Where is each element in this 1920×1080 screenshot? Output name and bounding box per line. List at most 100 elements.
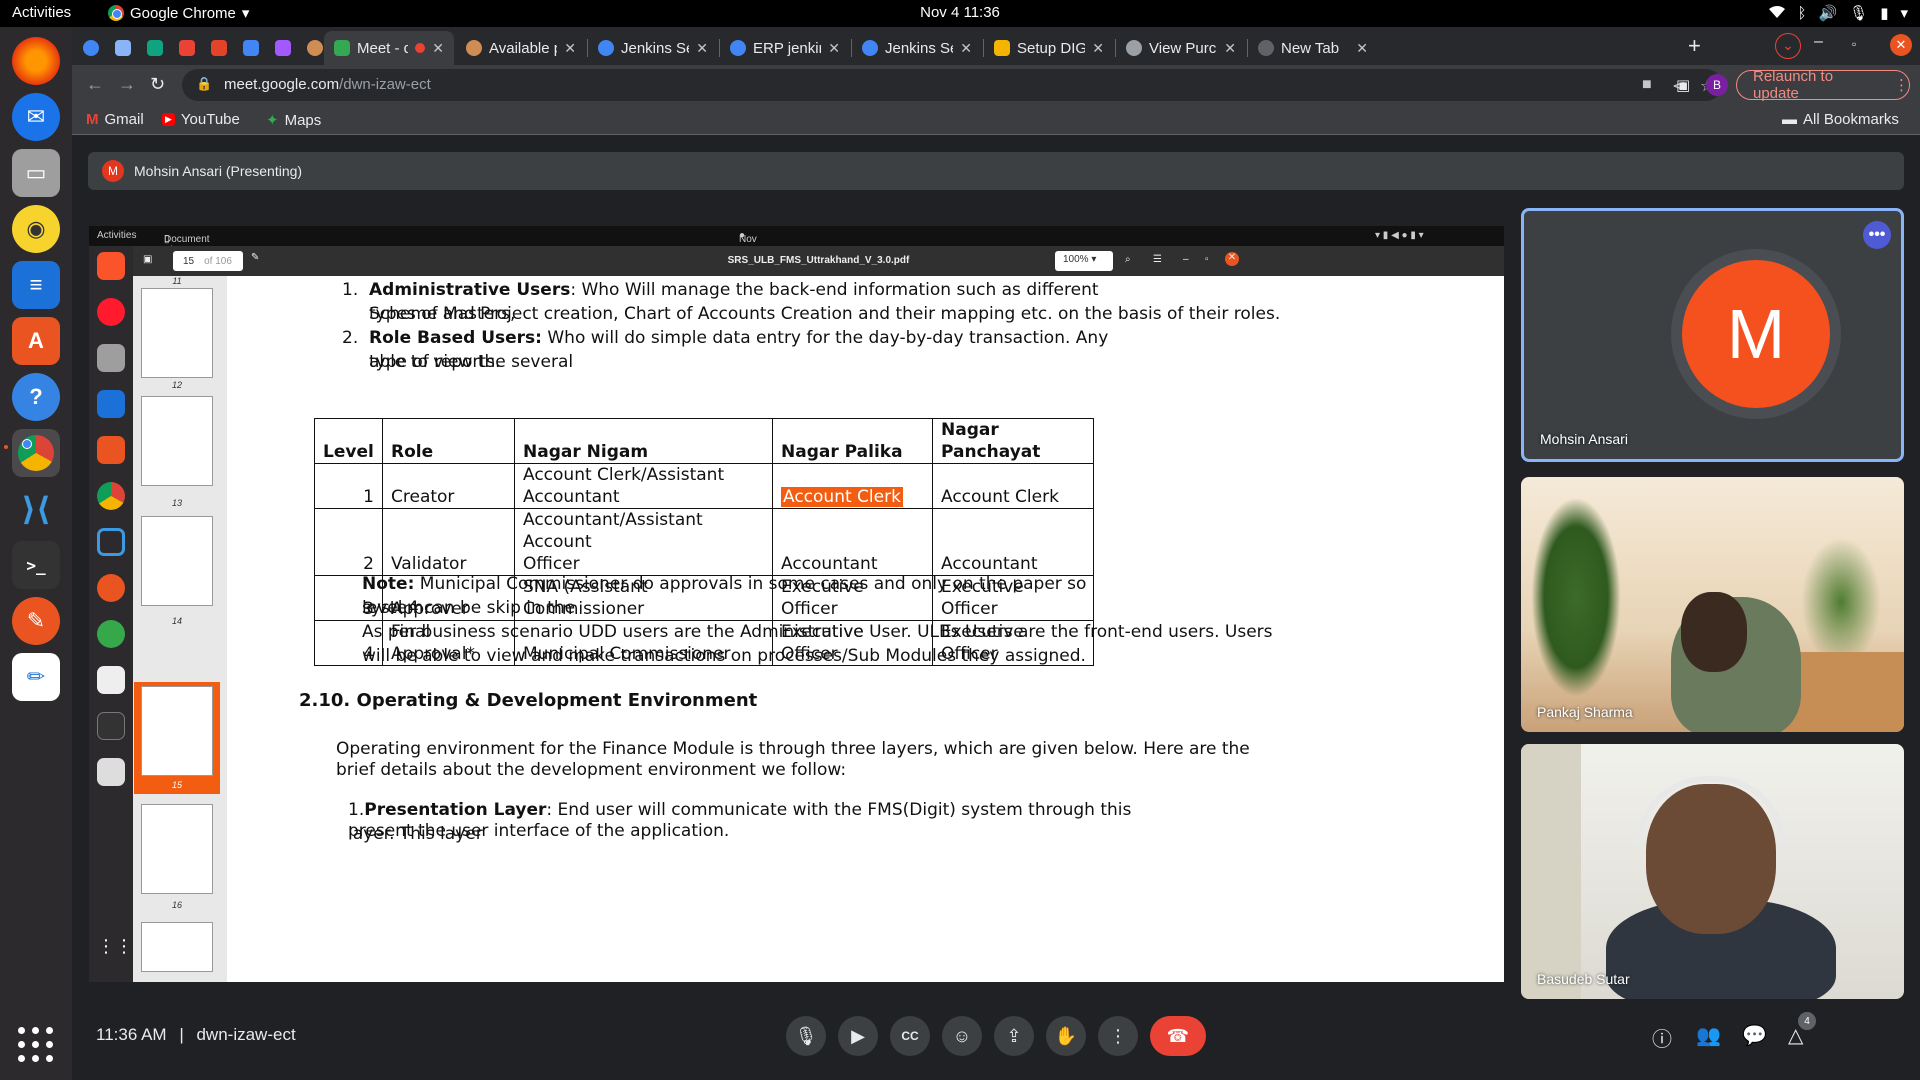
participant-name: Basudeb Sutar [1537, 971, 1630, 987]
clock[interactable]: Nov 4 11:36 [0, 4, 1920, 21]
present-button[interactable]: ⇪ [994, 1016, 1034, 1056]
tab-meet[interactable]: Meet - dwn ✕ [324, 31, 454, 65]
close-icon[interactable]: ✕ [696, 40, 708, 57]
back-button[interactable]: ← [86, 74, 104, 95]
address-bar[interactable]: 🔒 meet.google.com/dwn-izaw-ect ■ ⋖ ☆ [182, 69, 1722, 101]
shared-os-topbar: Activities ▯ Document Viewer ▾ Nov 4 11:… [89, 226, 1504, 278]
tab-jenkins-setup-2[interactable]: Jenkins Setup ✕ [852, 31, 982, 65]
tab-new-tab[interactable]: New Tab ✕ [1248, 31, 1378, 65]
vscode-icon[interactable]: ⟩⟨ [12, 485, 60, 533]
close-icon[interactable]: ✕ [828, 40, 840, 57]
close-icon[interactable]: ✕ [1224, 40, 1236, 57]
video-camera-icon: ▶ [851, 1025, 865, 1046]
close-icon: ✕ [1225, 252, 1239, 266]
bluetooth-icon: ᛒ [1797, 4, 1807, 22]
tab-jenkins-setup[interactable]: Jenkins Setup ✕ [588, 31, 718, 65]
participant-tile[interactable]: Pankaj Sharma [1521, 477, 1904, 732]
present-screen-icon: ⇪ [1006, 1025, 1022, 1046]
files-icon[interactable]: ▭ [12, 149, 60, 197]
url-text: meet.google.com/dwn-izaw-ect [224, 76, 431, 93]
writer-icon[interactable]: ≡ [12, 261, 60, 309]
rhythmbox-icon[interactable]: ◉ [12, 205, 60, 253]
minimize-icon: – [1183, 254, 1189, 265]
bookmark-youtube[interactable]: ▶ YouTube [162, 111, 240, 128]
meeting-details-button[interactable]: ⓘ [1652, 1023, 1672, 1052]
tab-favicon-icon [862, 40, 878, 56]
captions-icon: CC [901, 1029, 919, 1043]
minimize-button[interactable]: – [1814, 33, 1823, 51]
meet-icon [334, 40, 350, 56]
tab-label: ERP jenkins (C [753, 39, 821, 57]
chevron-down-icon: ⌄ [1775, 33, 1801, 59]
bookmark-maps[interactable]: ✦ Maps [266, 111, 321, 130]
table-cell: 2 [314, 508, 383, 576]
close-icon[interactable]: ✕ [1092, 40, 1104, 57]
thumb-number: 16 [171, 900, 182, 910]
tab-setup-digit[interactable]: Setup DIGIT - I ✕ [984, 31, 1114, 65]
close-window-button[interactable]: ✕ [1890, 34, 1912, 56]
table-cell: Accountant/Assistant Account Officer [514, 508, 773, 576]
system-tray[interactable]: ᛒ 🔊 🎙 ▮ ▾ [1769, 4, 1908, 22]
participant-tile[interactable]: Basudeb Sutar [1521, 744, 1904, 999]
relaunch-label: Relaunch to update [1753, 68, 1834, 102]
leave-call-button[interactable]: ☎ [1150, 1016, 1206, 1056]
tab-favicon-icon [994, 40, 1010, 56]
camera-button[interactable]: ▶ [838, 1016, 878, 1056]
text-editor-icon[interactable]: ✏ [12, 653, 60, 701]
show-applications-icon[interactable] [18, 1027, 54, 1063]
tab-strip: Meet - dwn ✕ Available plug ✕ Jenkins Se… [72, 27, 1920, 65]
table-cell: Accountant [932, 508, 1094, 576]
list-number: 1. [342, 280, 359, 300]
bookmark-gmail[interactable]: M Gmail [86, 111, 144, 128]
note-line: As per business scenario UDD users are t… [362, 622, 1273, 642]
activities-button[interactable]: △ [1788, 1023, 1803, 1048]
tab-available-plugins[interactable]: Available plug ✕ [456, 31, 586, 65]
reactions-button[interactable]: ☺ [942, 1016, 982, 1056]
tab-search-button[interactable]: ⌄ [1775, 33, 1801, 59]
separator: | [179, 1025, 184, 1044]
thunderbird-icon[interactable]: ✉ [12, 93, 60, 141]
chrome-dock-icon[interactable] [12, 429, 60, 477]
side-panel-icon[interactable]: ▣ [1676, 76, 1690, 94]
tab-erp-jenkins[interactable]: ERP jenkins (C ✕ [720, 31, 850, 65]
brave-icon [97, 252, 125, 280]
all-bookmarks[interactable]: ▬ All Bookmarks [1782, 111, 1899, 128]
terminal-icon[interactable]: >_ [12, 541, 60, 589]
participant-tile[interactable]: M ••• Mohsin Ansari [1521, 208, 1904, 462]
table-cell: Account Clerk [932, 463, 1094, 509]
help-icon[interactable]: ? [12, 373, 60, 421]
new-tab-button[interactable]: + [1688, 33, 1701, 59]
postman-icon[interactable]: ✎ [12, 597, 60, 645]
table-row: 2 Validator Accountant/Assistant Account… [314, 508, 1094, 576]
site-info-icon[interactable]: 🔒 [196, 76, 212, 92]
firefox-icon[interactable] [12, 37, 60, 85]
close-icon[interactable]: ✕ [960, 40, 972, 57]
person-head-video [1681, 592, 1747, 672]
tab-view-purchase[interactable]: View Purchas ✕ [1116, 31, 1246, 65]
table-header: Nagar Panchayat [932, 418, 1094, 464]
restore-button[interactable]: ▫ [1852, 37, 1856, 51]
forward-button[interactable]: → [118, 74, 136, 95]
camera-icon[interactable]: ■ [1642, 76, 1652, 94]
close-icon[interactable]: ✕ [564, 40, 576, 57]
profile-avatar[interactable]: B [1706, 74, 1728, 96]
page-thumbnail [141, 804, 213, 894]
raise-hand-button[interactable]: ✋ [1046, 1016, 1086, 1056]
software-center-icon[interactable]: A [12, 317, 60, 365]
people-button[interactable]: 👥 [1696, 1023, 1721, 1048]
relaunch-button[interactable]: Relaunch to update ⋮ [1736, 68, 1910, 102]
chat-button[interactable]: 💬 [1742, 1023, 1767, 1048]
close-icon[interactable]: ✕ [432, 40, 444, 57]
microphone-button[interactable]: 🎙 [786, 1016, 826, 1056]
table-header: Level [314, 418, 383, 464]
more-vert-icon: ⋮ [1894, 77, 1909, 94]
app-icon [97, 620, 125, 648]
reload-button[interactable]: ↻ [150, 74, 165, 95]
captions-button[interactable]: CC [890, 1016, 930, 1056]
hand-icon: ✋ [1054, 1025, 1078, 1046]
close-icon[interactable]: ✕ [1356, 40, 1368, 57]
gmail-icon [179, 40, 195, 56]
more-options-icon[interactable]: ••• [1863, 221, 1891, 249]
more-options-button[interactable]: ⋮ [1098, 1016, 1138, 1056]
participant-name: Mohsin Ansari [1540, 431, 1628, 447]
